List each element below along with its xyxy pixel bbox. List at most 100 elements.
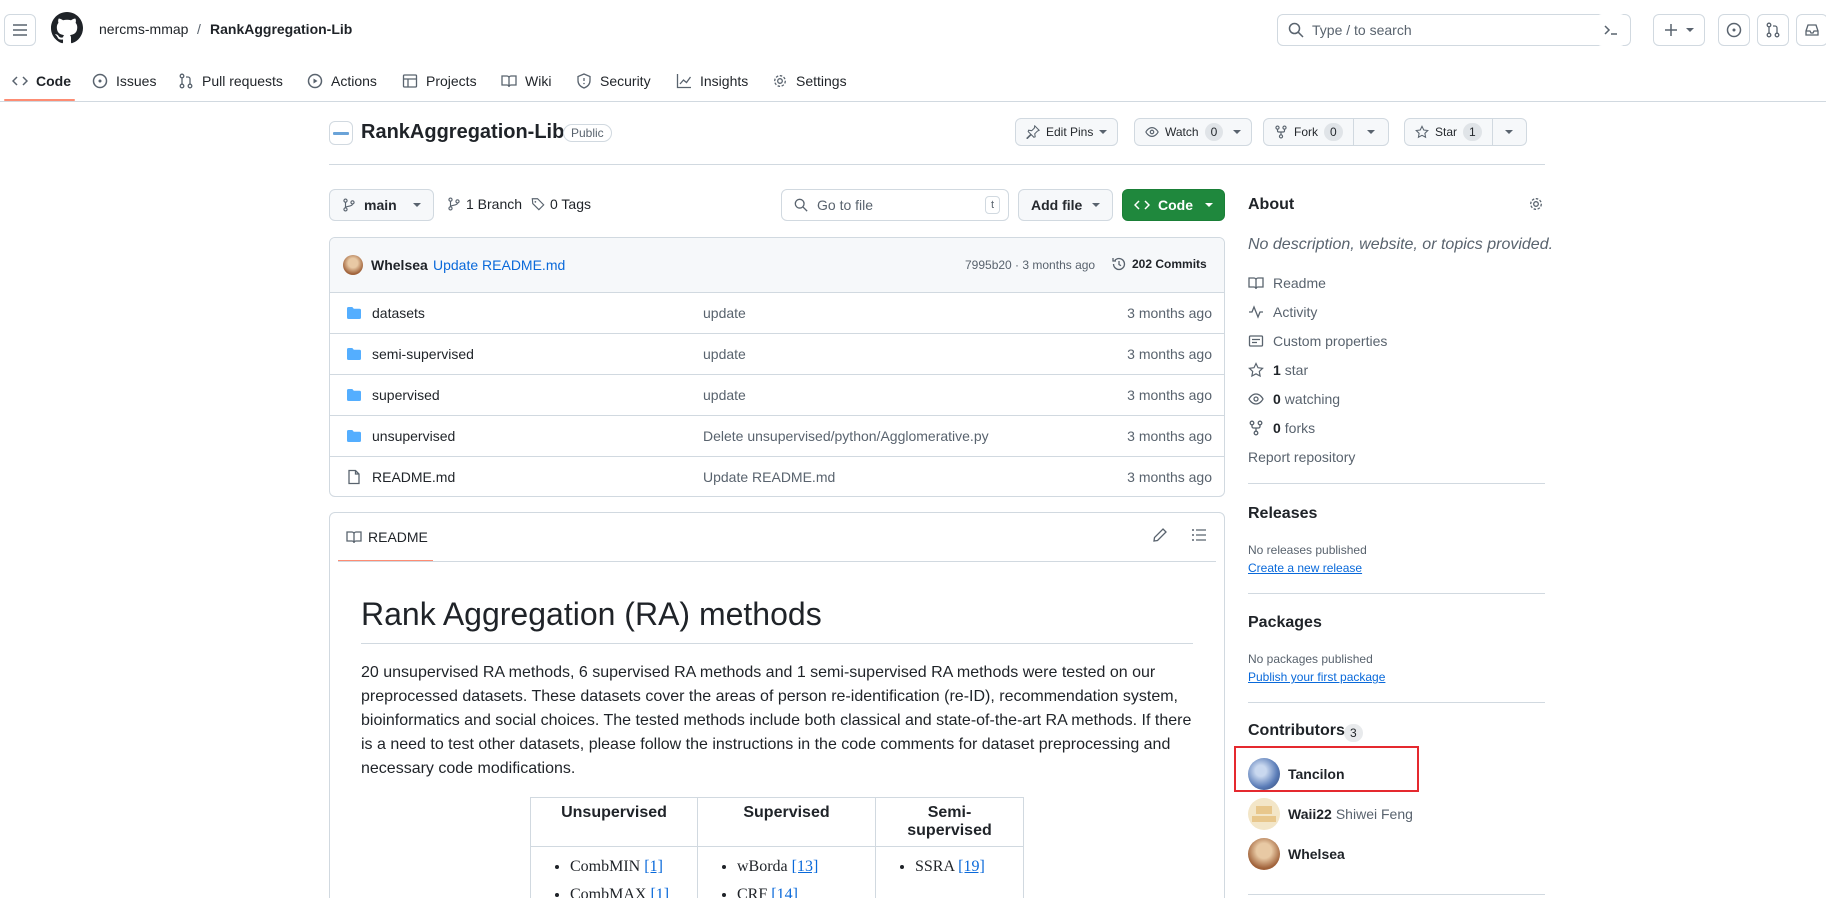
sidebar-item-custom-properties[interactable]: Custom properties	[1248, 333, 1387, 349]
commit-message[interactable]: Update README.md	[433, 257, 565, 273]
create-new-button[interactable]	[1653, 14, 1705, 46]
star-button[interactable]: Star 1	[1404, 118, 1493, 146]
note-icon	[1248, 335, 1264, 347]
tab-issues[interactable]: Issues	[92, 60, 156, 102]
list-item: wBorda [13]	[737, 853, 862, 881]
table-icon	[402, 74, 418, 88]
reference-link[interactable]: [14]	[771, 886, 798, 898]
tags-label: 0 Tags	[550, 196, 591, 212]
file-name[interactable]: README.md	[372, 469, 455, 485]
breadcrumb-repo[interactable]: RankAggregation-Lib	[210, 21, 352, 37]
sidebar-item-watching[interactable]: 0 watching	[1248, 391, 1340, 407]
contributors-heading[interactable]: Contributors	[1248, 722, 1345, 740]
file-name[interactable]: unsupervised	[372, 428, 455, 444]
repo-title[interactable]: RankAggregation-Lib	[361, 121, 564, 144]
sidebar-item-activity[interactable]: Activity	[1248, 304, 1317, 320]
contributors-count: 3	[1344, 724, 1363, 742]
repo-nav: Code Issues Pull requests Actions Projec…	[0, 60, 1826, 102]
menu-button[interactable]	[4, 14, 36, 46]
chevron-down-icon	[1205, 203, 1213, 207]
code-button[interactable]: Code	[1122, 189, 1225, 221]
command-palette-button[interactable]	[1596, 14, 1626, 46]
fork-group: Fork 0	[1263, 118, 1389, 146]
contributor-item[interactable]: Whelsea	[1248, 838, 1345, 870]
publish-package-link[interactable]: Publish your first package	[1248, 670, 1385, 684]
github-logo[interactable]	[51, 12, 83, 44]
list-icon	[1192, 529, 1206, 541]
inbox-button[interactable]	[1796, 14, 1826, 46]
commit-meta[interactable]: 7995b20 · 3 months ago	[965, 258, 1095, 272]
outline-button[interactable]	[1191, 527, 1207, 543]
file-commit-message[interactable]: Update README.md	[703, 469, 835, 485]
reference-link[interactable]: [1]	[644, 858, 663, 875]
fork-dropdown-button[interactable]	[1353, 118, 1389, 146]
packages-heading[interactable]: Packages	[1248, 614, 1322, 632]
no-packages-text: No packages published	[1248, 652, 1373, 666]
divider	[1248, 483, 1545, 484]
file-row[interactable]: README.md Update README.md 3 months ago	[330, 456, 1224, 496]
releases-heading[interactable]: Releases	[1248, 505, 1317, 523]
file-commit-message[interactable]: Delete unsupervised/python/Agglomerative…	[703, 428, 989, 444]
paragraph-line: preprocessed datasets. These datasets co…	[361, 688, 1178, 705]
file-commit-message[interactable]: update	[703, 346, 746, 362]
watch-button[interactable]: Watch 0	[1134, 118, 1253, 146]
add-file-label: Add file	[1031, 197, 1083, 213]
tab-settings[interactable]: Settings	[772, 60, 847, 102]
file-row[interactable]: supervised update 3 months ago	[330, 374, 1224, 415]
repo-avatar[interactable]	[329, 121, 353, 145]
reference-link[interactable]: [13]	[792, 858, 819, 875]
file-name[interactable]: datasets	[372, 305, 425, 321]
file-name[interactable]: semi-supervised	[372, 346, 474, 362]
tab-insights[interactable]: Insights	[676, 60, 748, 102]
file-commit-message[interactable]: update	[703, 387, 746, 403]
list-item: CRF [14]	[737, 881, 862, 898]
create-release-link[interactable]: Create a new release	[1248, 561, 1362, 575]
file-row[interactable]: datasets update 3 months ago	[330, 292, 1224, 333]
watch-label: Watch	[1165, 125, 1199, 139]
edit-readme-button[interactable]	[1152, 527, 1168, 543]
sidebar-item-label: forks	[1284, 420, 1316, 436]
sidebar-item-readme[interactable]: Readme	[1248, 275, 1326, 291]
file-age: 3 months ago	[1127, 469, 1212, 485]
fork-count: 0	[1324, 123, 1343, 141]
reference-link[interactable]: [1]	[650, 886, 669, 898]
readme-tab-label: README	[368, 529, 428, 545]
commits-link[interactable]: 202 Commits	[1111, 256, 1207, 272]
file-row[interactable]: unsupervised Delete unsupervised/python/…	[330, 415, 1224, 456]
sidebar-item-forks[interactable]: 0 forks	[1248, 420, 1315, 436]
tab-pull-requests[interactable]: Pull requests	[178, 60, 283, 102]
branches-link[interactable]: 1 Branch	[447, 196, 522, 212]
about-settings-button[interactable]	[1528, 196, 1544, 212]
report-repository-link[interactable]: Report repository	[1248, 449, 1355, 465]
issues-button[interactable]	[1718, 14, 1750, 46]
commit-author[interactable]: Whelsea	[371, 257, 428, 273]
pull-requests-button[interactable]	[1757, 14, 1789, 46]
file-name[interactable]: supervised	[372, 387, 440, 403]
tags-link[interactable]: 0 Tags	[531, 196, 591, 212]
tab-wiki[interactable]: Wiki	[501, 60, 551, 102]
star-dropdown-button[interactable]	[1492, 118, 1527, 146]
reference-link[interactable]: [19]	[958, 858, 985, 875]
add-file-button[interactable]: Add file	[1018, 189, 1114, 221]
fork-button[interactable]: Fork 0	[1263, 118, 1354, 146]
file-commit-message[interactable]: update	[703, 305, 746, 321]
branch-select[interactable]: main	[329, 189, 434, 221]
sidebar-item-stars[interactable]: 1 star	[1248, 362, 1308, 378]
contributor-item[interactable]: Waii22 Shiwei Feng	[1248, 798, 1413, 830]
readme-tab[interactable]: README	[346, 529, 428, 545]
tab-security[interactable]: Security	[576, 60, 651, 102]
tab-label: Projects	[426, 73, 477, 89]
readme-paragraph: 20 unsupervised RA methods, 6 supervised…	[361, 661, 1201, 781]
tab-projects[interactable]: Projects	[402, 60, 477, 102]
edit-pins-button[interactable]: Edit Pins	[1015, 118, 1119, 146]
title-divider	[329, 164, 1545, 165]
chevron-down-icon	[1099, 130, 1108, 134]
search-input[interactable]: Type / to search	[1277, 14, 1631, 46]
breadcrumb-owner[interactable]: nercms-mmap	[99, 21, 188, 37]
tab-actions[interactable]: Actions	[307, 60, 377, 102]
file-row[interactable]: semi-supervised update 3 months ago	[330, 333, 1224, 374]
avatar[interactable]	[343, 255, 363, 275]
tab-code[interactable]: Code	[12, 60, 71, 102]
fork-icon	[1275, 125, 1287, 139]
go-to-file-input[interactable]: Go to file t	[781, 189, 1009, 221]
